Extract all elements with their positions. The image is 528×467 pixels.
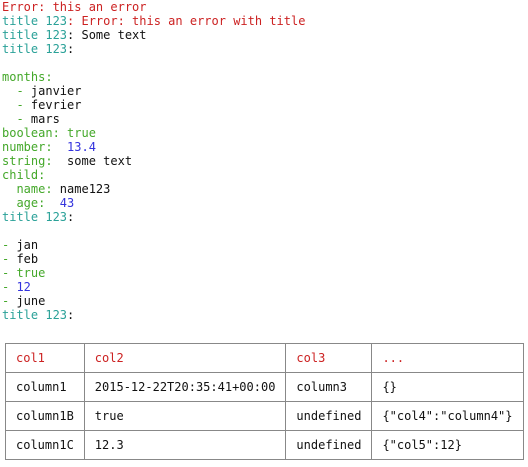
output-token: months: <box>2 70 53 84</box>
output-line: Error: this an error <box>2 0 528 14</box>
output-token: title 123 <box>2 210 68 224</box>
output-token: : <box>67 308 75 322</box>
output-line: boolean: true <box>2 126 528 140</box>
output-token: - <box>2 252 17 266</box>
output-token: 12 <box>16 280 31 294</box>
output-token: age: <box>2 196 60 210</box>
output-token: janvier <box>30 84 82 98</box>
output-token: name123 <box>59 182 111 196</box>
output-token: some text <box>67 154 133 168</box>
output-line: - mars <box>2 112 528 126</box>
output-line: age: 43 <box>2 196 528 210</box>
output-token: - <box>2 294 17 308</box>
table-cell: true <box>83 401 287 431</box>
output-token: feb <box>16 252 39 266</box>
terminal-output: Error: this an error title 123: Error: th… <box>0 0 528 322</box>
table-header-cell: col3 <box>285 343 373 373</box>
table-cell: 2015-12-22T20:35:41+00:00 <box>83 372 287 402</box>
output-token: - <box>2 266 17 280</box>
output-token: title 123 <box>2 308 68 322</box>
table-row: column1B true undefined {"col4":"column4… <box>5 401 524 431</box>
output-line: child: <box>2 168 528 182</box>
output-token: boolean: <box>2 126 68 140</box>
output-token: 13.4 <box>67 140 96 154</box>
output-lines: Error: this an error title 123: Error: th… <box>2 0 528 322</box>
output-table: col1 col2 col3 ... column1 2015-12-22T20… <box>5 343 524 460</box>
table-header-row: col1 col2 col3 ... <box>5 343 524 373</box>
output-token: Error: this an error <box>2 0 147 14</box>
table-cell: column1 <box>5 372 85 402</box>
output-token: - <box>2 238 17 252</box>
table-cell: column1C <box>5 430 85 460</box>
table-cell: {"col5":12} <box>371 430 524 460</box>
output-line: title 123: Some text <box>2 28 528 42</box>
output-line: - june <box>2 294 528 308</box>
output-token: june <box>16 294 46 308</box>
output-token: string: <box>2 154 68 168</box>
table-cell: column1B <box>5 401 85 431</box>
output-token: number: <box>2 140 68 154</box>
output-line: - janvier <box>2 84 528 98</box>
output-token: title 123 <box>2 28 68 42</box>
output-line: - jan <box>2 238 528 252</box>
output-line: - 12 <box>2 280 528 294</box>
output-token: : <box>67 42 75 56</box>
output-token: true <box>16 266 46 280</box>
table-header-cell: ... <box>371 343 524 373</box>
output-token: - <box>2 112 31 126</box>
output-token: : <box>67 210 75 224</box>
table-cell: {"col4":"column4"} <box>371 401 524 431</box>
output-token: - <box>2 280 17 294</box>
output-line: title 123: <box>2 210 528 224</box>
output-line: title 123: Error: this an error with tit… <box>2 14 528 28</box>
output-line: string: some text <box>2 154 528 168</box>
table-cell: 12.3 <box>83 430 287 460</box>
output-token: : Some text <box>67 28 147 42</box>
output-line: name: name123 <box>2 182 528 196</box>
output-token: : Error: this an error with title <box>67 14 306 28</box>
output-token: title 123 <box>2 42 68 56</box>
table-cell: undefined <box>285 430 373 460</box>
table-header-cell: col2 <box>83 343 287 373</box>
output-token: title 123 <box>2 14 68 28</box>
output-token: name: <box>2 182 60 196</box>
output-line: - feb <box>2 252 528 266</box>
output-token: - <box>2 98 31 112</box>
output-line: title 123: <box>2 308 528 322</box>
output-token: true <box>67 126 96 140</box>
output-line: title 123: <box>2 42 528 56</box>
output-token: mars <box>30 112 60 126</box>
output-token: fevrier <box>30 98 82 112</box>
output-token: child: <box>2 168 46 182</box>
output-line: - fevrier <box>2 98 528 112</box>
output-line: number: 13.4 <box>2 140 528 154</box>
output-token: jan <box>16 238 39 252</box>
table-header-cell: col1 <box>5 343 85 373</box>
table-cell: {} <box>371 372 524 402</box>
table-cell: undefined <box>285 401 373 431</box>
output-token: 43 <box>59 196 75 210</box>
table-row: column1 2015-12-22T20:35:41+00:00 column… <box>5 372 524 402</box>
output-token: - <box>2 84 31 98</box>
output-line: - true <box>2 266 528 280</box>
table-cell: column3 <box>285 372 373 402</box>
output-line: months: <box>2 70 528 84</box>
table-row: column1C 12.3 undefined {"col5":12} <box>5 430 524 460</box>
